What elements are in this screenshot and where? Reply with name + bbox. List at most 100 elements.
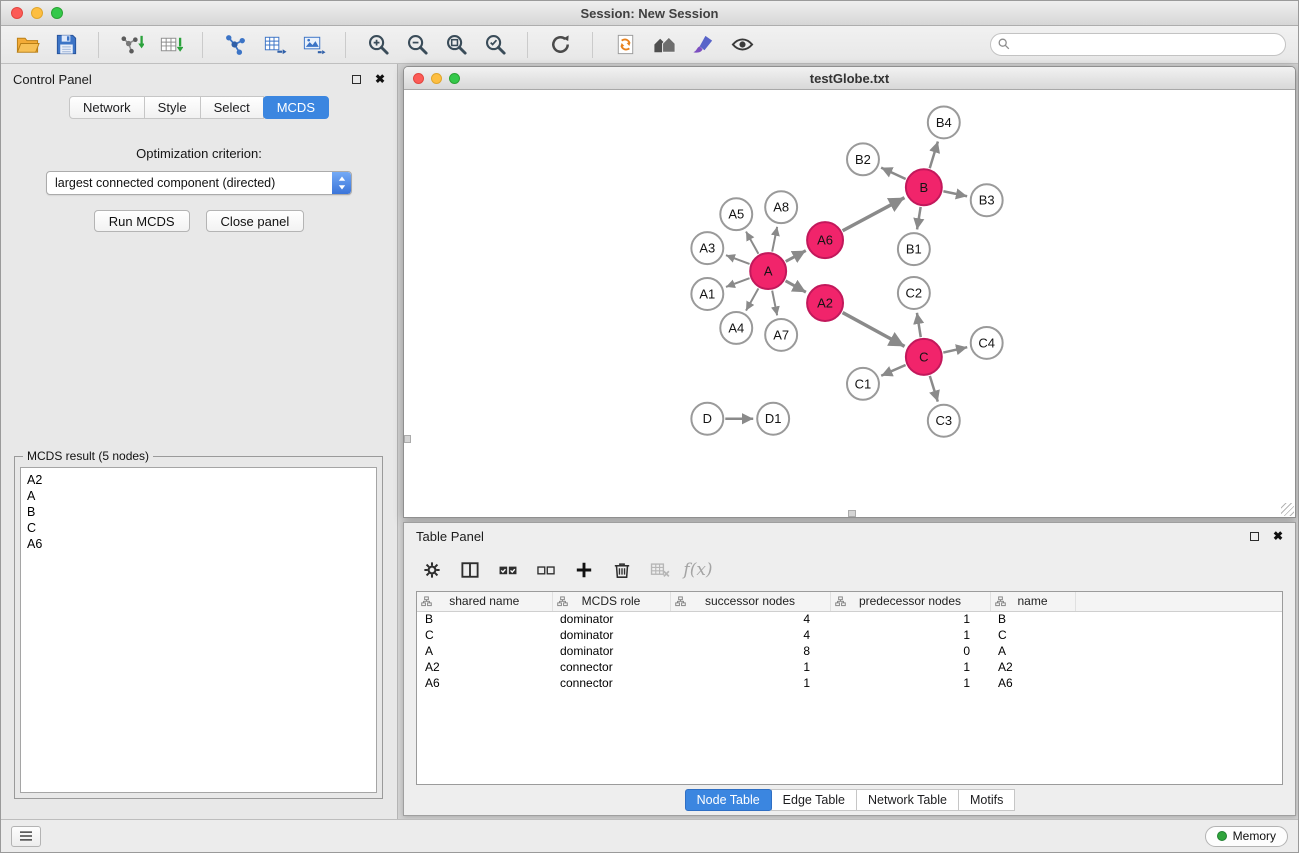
save-session-button[interactable] xyxy=(50,29,82,61)
graph-node-A[interactable]: A xyxy=(750,253,786,289)
float-panel-icon[interactable] xyxy=(352,75,361,84)
tab-style[interactable]: Style xyxy=(144,96,201,119)
resize-grip[interactable] xyxy=(1281,503,1294,516)
graph-edge-A-A7[interactable] xyxy=(772,291,777,316)
graph-node-A5[interactable]: A5 xyxy=(720,198,752,230)
graph-node-C4[interactable]: C4 xyxy=(971,327,1003,359)
graph-node-C1[interactable]: C1 xyxy=(847,368,879,400)
zoom-selected-button[interactable] xyxy=(479,29,511,61)
export-table-button[interactable] xyxy=(258,29,290,61)
graph-node-A6[interactable]: A6 xyxy=(807,222,843,258)
close-panel-icon[interactable]: ✖ xyxy=(375,73,385,85)
graph-node-B1[interactable]: B1 xyxy=(898,233,930,265)
graph-node-B4[interactable]: B4 xyxy=(928,106,960,138)
layout-document-button[interactable] xyxy=(609,29,641,61)
graph-edge-A-A1[interactable] xyxy=(726,278,750,287)
delete-row-button[interactable] xyxy=(608,556,636,584)
graph-edge-A-A8[interactable] xyxy=(772,227,777,252)
tab-node-table[interactable]: Node Table xyxy=(685,789,772,811)
column-header-shared-name[interactable]: shared name xyxy=(417,592,552,611)
table-row[interactable]: A2connector11A2 xyxy=(417,659,1282,675)
search-input[interactable] xyxy=(990,33,1286,56)
criterion-dropdown[interactable]: largest connected component (directed) xyxy=(46,171,352,195)
graph-node-B[interactable]: B xyxy=(906,169,942,205)
refresh-button[interactable] xyxy=(544,29,576,61)
graph-edge-A-A2[interactable] xyxy=(786,281,806,292)
tab-motifs[interactable]: Motifs xyxy=(958,789,1015,811)
table-row[interactable]: Bdominator41B xyxy=(417,611,1282,627)
graph-node-C2[interactable]: C2 xyxy=(898,277,930,309)
delete-table-button[interactable] xyxy=(646,556,674,584)
apply-style-button[interactable] xyxy=(687,29,719,61)
graph-edge-A6-B[interactable] xyxy=(843,198,905,231)
graph-edge-C-C2[interactable] xyxy=(917,313,921,337)
column-header-name[interactable]: name xyxy=(990,592,1075,611)
close-network-window-button[interactable] xyxy=(413,73,424,84)
close-panel-button[interactable]: Close panel xyxy=(206,210,305,232)
tab-edge-table[interactable]: Edge Table xyxy=(771,789,857,811)
graph-edge-B-B2[interactable] xyxy=(881,168,906,179)
graph-edge-B-B3[interactable] xyxy=(943,191,967,196)
zoom-out-button[interactable] xyxy=(401,29,433,61)
function-builder-button[interactable]: f(x) xyxy=(684,556,712,584)
graph-edge-A-A4[interactable] xyxy=(746,288,758,310)
minimize-network-window-button[interactable] xyxy=(431,73,442,84)
run-mcds-button[interactable]: Run MCDS xyxy=(94,210,190,232)
zoom-fit-button[interactable] xyxy=(440,29,472,61)
mcds-result-item[interactable]: A2 xyxy=(21,472,376,488)
table-row[interactable]: Adominator80A xyxy=(417,643,1282,659)
graph-edge-C-C3[interactable] xyxy=(930,376,938,402)
graph-edge-C-C1[interactable] xyxy=(881,365,905,376)
home-button[interactable] xyxy=(648,29,680,61)
new-network-button[interactable] xyxy=(219,29,251,61)
open-session-button[interactable] xyxy=(11,29,43,61)
graph-edge-A-A5[interactable] xyxy=(746,232,758,254)
close-table-panel-icon[interactable]: ✖ xyxy=(1273,530,1283,542)
panel-list-button[interactable] xyxy=(11,826,41,847)
network-canvas[interactable]: B4B2BB3A8A5A6A3B1AC2A1A2A4A7C4CC1C3DD1 xyxy=(404,90,1295,517)
mcds-result-item[interactable]: A xyxy=(21,488,376,504)
mcds-result-item[interactable]: C xyxy=(21,520,376,536)
graph-node-A1[interactable]: A1 xyxy=(691,278,723,310)
graph-edge-A2-C[interactable] xyxy=(843,313,905,347)
table-row[interactable]: Cdominator41C xyxy=(417,627,1282,643)
tab-mcds[interactable]: MCDS xyxy=(263,96,329,119)
graph-node-A3[interactable]: A3 xyxy=(691,232,723,264)
graph-node-B2[interactable]: B2 xyxy=(847,143,879,175)
select-all-rows-button[interactable] xyxy=(494,556,522,584)
column-header-predecessor-nodes[interactable]: predecessor nodes xyxy=(830,592,990,611)
mcds-result-item[interactable]: A6 xyxy=(21,536,376,552)
graph-node-D[interactable]: D xyxy=(691,403,723,435)
graph-edge-C-C4[interactable] xyxy=(943,347,967,352)
table-settings-button[interactable] xyxy=(418,556,446,584)
graph-node-A8[interactable]: A8 xyxy=(765,191,797,223)
graph-node-D1[interactable]: D1 xyxy=(757,403,789,435)
graph-node-B3[interactable]: B3 xyxy=(971,184,1003,216)
import-table-button[interactable] xyxy=(154,29,186,61)
window-titlebar[interactable]: Session: New Session xyxy=(1,1,1298,26)
graph-edge-A-A3[interactable] xyxy=(726,255,750,264)
graph-node-C[interactable]: C xyxy=(906,339,942,375)
graph-node-C3[interactable]: C3 xyxy=(928,405,960,437)
close-window-button[interactable] xyxy=(11,7,23,19)
column-header-successor-nodes[interactable]: successor nodes xyxy=(670,592,830,611)
show-graphics-button[interactable] xyxy=(726,29,758,61)
graph-node-A7[interactable]: A7 xyxy=(765,319,797,351)
zoom-in-button[interactable] xyxy=(362,29,394,61)
mcds-result-item[interactable]: B xyxy=(21,504,376,520)
graph-edge-B-B1[interactable] xyxy=(917,207,921,230)
memory-button[interactable]: Memory xyxy=(1205,826,1288,847)
network-window-titlebar[interactable]: testGlobe.txt xyxy=(404,67,1295,90)
show-columns-button[interactable] xyxy=(456,556,484,584)
tab-select[interactable]: Select xyxy=(200,96,264,119)
column-header-MCDS-role[interactable]: MCDS role xyxy=(552,592,670,611)
add-row-button[interactable] xyxy=(570,556,598,584)
import-network-button[interactable] xyxy=(115,29,147,61)
tab-network-table[interactable]: Network Table xyxy=(856,789,959,811)
minimize-window-button[interactable] xyxy=(31,7,43,19)
table-row[interactable]: A6connector11A6 xyxy=(417,675,1282,691)
graph-edge-B-B4[interactable] xyxy=(930,141,938,168)
graph-edge-A-A6[interactable] xyxy=(786,251,806,262)
deselect-all-rows-button[interactable] xyxy=(532,556,560,584)
tab-network[interactable]: Network xyxy=(69,96,145,119)
